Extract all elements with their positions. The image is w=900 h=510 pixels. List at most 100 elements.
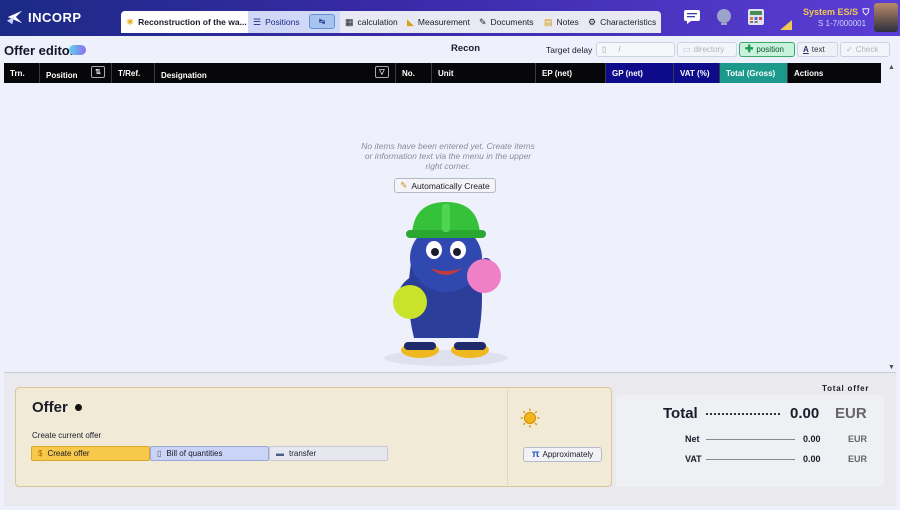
coin-icon: $ [38, 449, 43, 458]
col-unit-label: Unit [438, 68, 454, 78]
target-delay-value: / [618, 45, 621, 54]
positions-view-toggle[interactable]: ↹ [309, 14, 335, 29]
automatically-create-button[interactable]: ✎ Automatically Create [394, 178, 496, 193]
check-button[interactable]: ✓ Check [840, 42, 890, 57]
document-icon: ▯ [157, 449, 162, 458]
target-delay-input[interactable]: ▯ / [596, 42, 675, 57]
create-offer-btn-label: Create offer [47, 449, 90, 458]
folder-icon: ▭ [683, 45, 691, 54]
directory-label: directory [693, 45, 725, 54]
col-total-gross[interactable]: Total (Gross) [720, 63, 788, 83]
company-code: S 1-7/000001 [818, 19, 867, 28]
tab-documents[interactable]: ✎ Documents [474, 11, 539, 33]
col-vat-label: VAT (%) [680, 68, 710, 78]
editor-toggle[interactable] [69, 45, 86, 55]
boq-btn-label: Bill of quantities [166, 449, 223, 458]
col-trn[interactable]: Trn. [4, 63, 40, 83]
transfer-button[interactable]: ▬ transfer [269, 446, 388, 461]
tab-notes-label: Notes [556, 17, 579, 27]
col-ep-net[interactable]: EP (net) [536, 63, 606, 83]
truck-icon: ▬ [276, 449, 284, 458]
tab-characteristics-label: Characteristics [600, 17, 657, 27]
page-title: Offer editor [4, 43, 75, 58]
sun-icon [520, 408, 540, 428]
notepad-icon: ▤ [544, 16, 553, 27]
col-gp-net[interactable]: GP (net) [606, 63, 674, 83]
vat-label: VAT [685, 454, 702, 464]
tab-project-label: Reconstruction of the wa... [138, 17, 247, 27]
col-no[interactable]: No. [396, 63, 432, 83]
add-text-button[interactable]: A text [797, 42, 838, 57]
transfer-btn-label: transfer [289, 449, 317, 458]
calendar-icon: ▯ [602, 45, 607, 54]
magic-wand-icon: ✎ [400, 180, 408, 190]
total-leader-dots [706, 413, 780, 415]
scroll-down-arrow[interactable]: ▼ [888, 364, 895, 371]
tab-positions-label: Positions [265, 17, 300, 27]
col-trn-label: Trn. [10, 68, 25, 78]
offer-card-divider [507, 390, 508, 485]
net-value: 0.00 [803, 434, 821, 444]
bill-of-quantities-button[interactable]: ▯ Bill of quantities [150, 446, 269, 461]
col-actions[interactable]: Actions [788, 63, 881, 83]
empty-state-message: No items have been entered yet. Create i… [361, 141, 535, 171]
recon-label: Recon [451, 43, 481, 54]
vat-value: 0.00 [803, 454, 821, 464]
col-position[interactable]: Position ⇅ [40, 63, 112, 83]
automatically-create-label: Automatically Create [411, 180, 490, 191]
tab-bar: ☀ Reconstruction of the wa... ☰ Position… [121, 11, 661, 33]
add-position-button[interactable]: ✚ position [739, 42, 795, 57]
globe-icon[interactable] [714, 7, 734, 27]
col-designation[interactable]: Designation ▽ [155, 63, 396, 83]
user-avatar[interactable] [874, 3, 898, 32]
directory-button[interactable]: ▭ directory [677, 42, 737, 57]
total-currency: EUR [835, 405, 867, 422]
col-total-label: Total (Gross) [726, 68, 776, 78]
offer-title: Offer [32, 399, 68, 416]
mascot-illustration [384, 202, 508, 366]
check-label: Check [855, 45, 879, 54]
calculator-app-icon[interactable] [746, 7, 766, 27]
sort-icon[interactable]: ⇅ [91, 66, 105, 78]
checkmark-icon: ✓ [846, 45, 853, 54]
incorp-logo-icon [6, 10, 23, 25]
col-gp-label: GP (net) [612, 68, 643, 78]
col-designation-label: Designation [161, 71, 207, 80]
col-vat[interactable]: VAT (%) [674, 63, 720, 83]
tab-calculation[interactable]: ▦ calculation [340, 11, 402, 33]
col-unit[interactable]: Unit [432, 63, 536, 83]
col-tref[interactable]: T/Ref. [112, 63, 155, 83]
approximately-button[interactable]: π Approximately [523, 447, 602, 462]
tab-measurement[interactable]: ◣ Measurement [402, 11, 474, 33]
vat-currency: EUR [848, 454, 868, 464]
ruler-icon: ◣ [407, 16, 414, 27]
company-name-text: System ES/S [803, 7, 859, 17]
tab-documents-label: Documents [490, 17, 534, 27]
net-leader-line [706, 439, 795, 440]
text-a-icon: A [803, 45, 809, 54]
col-position-label: Position [46, 71, 78, 80]
create-offer-button[interactable]: $ Create offer [31, 446, 150, 461]
add-position-label: position [756, 45, 784, 54]
scroll-up-arrow[interactable]: ▲ [888, 64, 895, 71]
company-name[interactable]: System ES/S ⛉ [803, 7, 869, 18]
tab-notes[interactable]: ▤ Notes [539, 11, 583, 33]
tab-project[interactable]: ☀ Reconstruction of the wa... [121, 11, 248, 33]
brand-logo[interactable]: INCORP [6, 8, 82, 26]
shield-icon: ⛉ [862, 7, 870, 17]
document-icon: ✎ [479, 16, 487, 27]
list-icon: ☰ [253, 16, 262, 27]
add-text-label: text [811, 45, 825, 54]
tab-positions[interactable]: ☰ Positions ↹ [248, 11, 340, 33]
filter-icon[interactable]: ▽ [375, 66, 389, 78]
chat-icon[interactable] [682, 7, 702, 27]
plus-icon: ✚ [745, 44, 754, 55]
target-delay-label: Target delay [546, 45, 593, 55]
col-actions-label: Actions [794, 68, 824, 78]
tab-calculation-label: calculation [357, 17, 398, 27]
col-tref-label: T/Ref. [118, 68, 141, 78]
vat-leader-line [706, 459, 795, 460]
offer-card [15, 387, 612, 487]
tab-characteristics[interactable]: ⚙ Characteristics [583, 11, 661, 33]
col-ep-label: EP (net) [542, 68, 573, 78]
